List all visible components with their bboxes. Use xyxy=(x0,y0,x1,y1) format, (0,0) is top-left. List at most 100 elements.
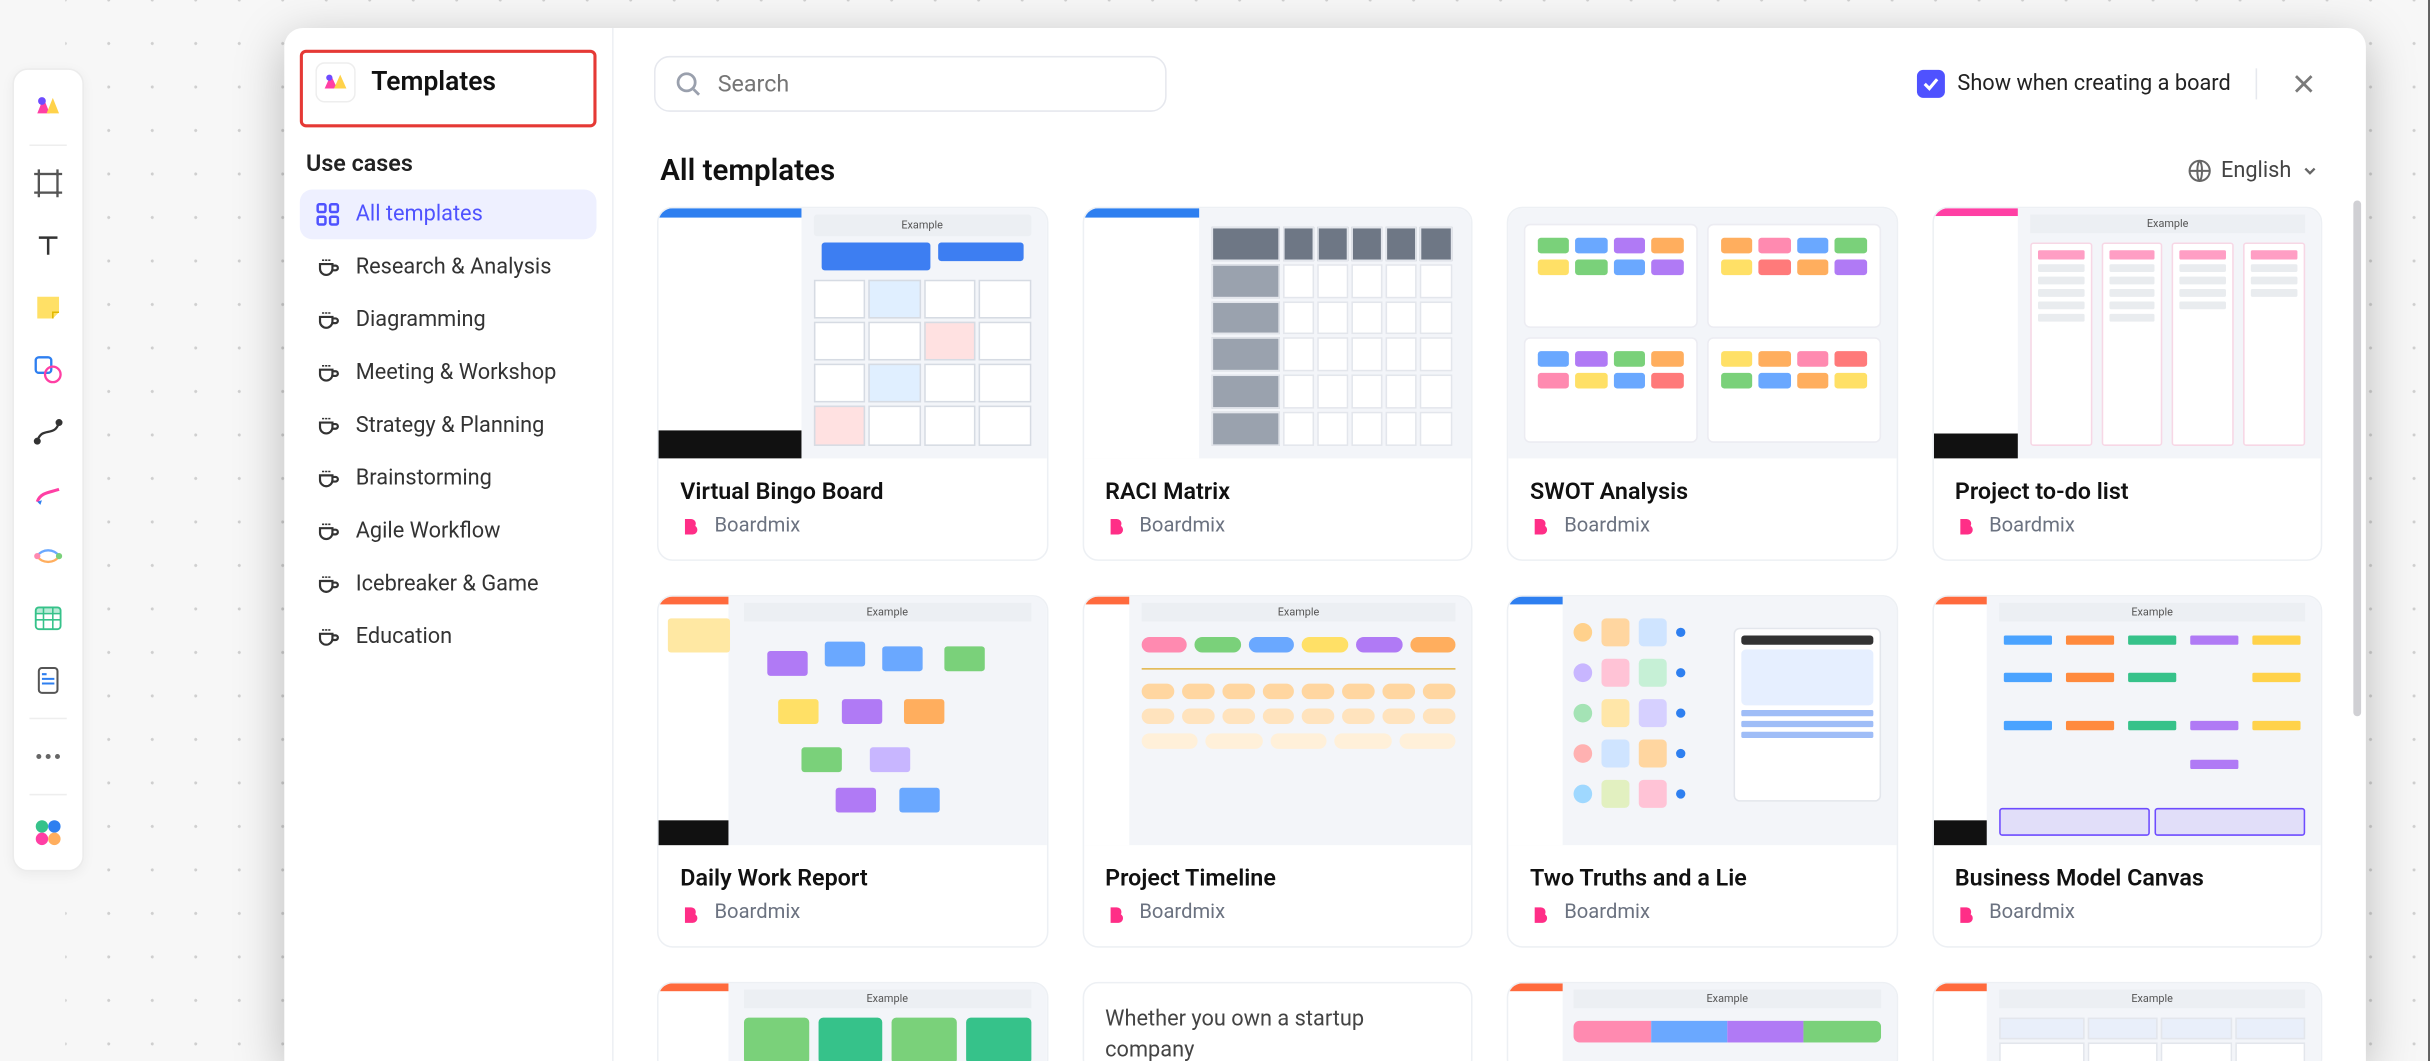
template-card[interactable]: Example Virtual Bingo Board Boardmix xyxy=(657,207,1048,560)
templates-grid: Example Virtual Bingo Board Boardmix xyxy=(657,207,2322,1061)
thumbnail-example-label: Example xyxy=(1999,602,2305,621)
template-thumbnail: Example xyxy=(659,983,1047,1061)
modal-main: Show when creating a board All templates… xyxy=(614,28,2366,1061)
sticky-note-tool-icon[interactable] xyxy=(20,280,76,336)
template-title: Two Truths and a Lie xyxy=(1530,864,1874,892)
template-card[interactable]: Example Project to-do list Boardmix xyxy=(1932,207,2323,560)
left-toolbar xyxy=(12,68,83,871)
search-box[interactable] xyxy=(654,56,1167,112)
category-list: All templates Research & Analysis Diagramm… xyxy=(300,190,597,662)
use-cases-label: Use cases xyxy=(306,149,590,177)
thumbnail-example-label: Example xyxy=(744,990,1031,1009)
template-card[interactable]: Whether you own a startup company xyxy=(1082,982,1473,1061)
templates-modal: Templates Use cases All templatesResearc… xyxy=(284,28,2366,1061)
template-author: Boardmix xyxy=(715,513,801,536)
template-title: Project to-do list xyxy=(1955,476,2299,504)
template-title: Project Timeline xyxy=(1105,864,1449,892)
category-item[interactable]: Strategy & Planning xyxy=(300,401,597,451)
boardmix-logo-icon xyxy=(1530,514,1552,536)
template-card[interactable]: SWOT Analysis Boardmix xyxy=(1507,207,1898,560)
chevron-down-icon xyxy=(2301,161,2320,180)
thumbnail-example-label: Example xyxy=(1574,990,1880,1009)
template-card[interactable]: Example xyxy=(657,594,1048,947)
templates-scroll-area[interactable]: Example Virtual Bingo Board Boardmix xyxy=(614,200,2366,1061)
category-label: Brainstorming xyxy=(356,466,492,491)
show-when-creating-checkbox[interactable]: Show when creating a board xyxy=(1917,70,2231,98)
search-icon xyxy=(674,70,702,98)
template-thumbnail: Example xyxy=(659,596,1047,845)
template-thumbnail xyxy=(1508,208,1896,457)
color-apps-icon[interactable] xyxy=(20,805,76,861)
boardmix-logo-icon xyxy=(1105,902,1127,924)
template-author: Boardmix xyxy=(715,901,801,924)
category-item[interactable]: Agile Workflow xyxy=(300,506,597,556)
scrollbar-thumb[interactable] xyxy=(2353,200,2361,716)
category-item[interactable]: Icebreaker & Game xyxy=(300,559,597,609)
app-logo-icon[interactable] xyxy=(20,79,76,135)
category-label: Icebreaker & Game xyxy=(356,572,539,597)
connector-tool-icon[interactable] xyxy=(20,404,76,460)
template-card[interactable]: Example xyxy=(1932,594,2323,947)
template-author: Boardmix xyxy=(1989,513,2075,536)
template-thumbnail: Example xyxy=(1084,596,1472,845)
template-title: Virtual Bingo Board xyxy=(680,476,1024,504)
template-thumbnail: Example xyxy=(659,208,1047,457)
category-item[interactable]: Diagramming xyxy=(300,295,597,345)
divider xyxy=(2256,68,2258,99)
category-item[interactable]: Research & Analysis xyxy=(300,242,597,292)
language-label: English xyxy=(2221,158,2291,183)
template-author: Boardmix xyxy=(1564,513,1650,536)
doc-tool-icon[interactable] xyxy=(20,652,76,708)
template-card[interactable]: Example xyxy=(1507,982,1898,1061)
category-label: All templates xyxy=(356,202,483,227)
thumbnail-example-label: Example xyxy=(744,602,1031,621)
template-thumbnail: Example xyxy=(1508,983,1896,1061)
template-author: Boardmix xyxy=(1989,901,2075,924)
category-label: Research & Analysis xyxy=(356,255,552,280)
checkbox-checked-icon xyxy=(1917,70,1945,98)
template-card[interactable]: Example xyxy=(657,982,1048,1061)
pen-tool-icon[interactable] xyxy=(20,466,76,522)
template-thumbnail: Example xyxy=(1933,596,2321,845)
template-author: Boardmix xyxy=(1139,513,1225,536)
frame-tool-icon[interactable] xyxy=(20,155,76,211)
template-card[interactable]: Example Project Timeline Boardmix xyxy=(1082,594,1473,947)
modal-sidebar: Templates Use cases All templatesResearc… xyxy=(284,28,613,1061)
mindmap-tool-icon[interactable] xyxy=(20,528,76,584)
table-tool-icon[interactable] xyxy=(20,590,76,646)
template-card[interactable]: Example xyxy=(1932,982,2323,1061)
templates-logo-icon xyxy=(315,62,355,102)
template-card[interactable]: RACI Matrix Boardmix xyxy=(1082,207,1473,560)
template-title: RACI Matrix xyxy=(1105,476,1449,504)
close-icon xyxy=(2291,71,2316,96)
thumbnail-example-label: Example xyxy=(1142,602,1456,621)
category-label: Diagramming xyxy=(356,308,486,333)
category-item[interactable]: Education xyxy=(300,612,597,662)
template-author: Boardmix xyxy=(1139,901,1225,924)
template-description: Whether you own a startup company xyxy=(1084,983,1472,1061)
thumbnail-example-label: Example xyxy=(2030,214,2305,233)
shape-tool-icon[interactable] xyxy=(20,342,76,398)
template-thumbnail: Example xyxy=(1933,983,2321,1061)
category-item[interactable]: Meeting & Workshop xyxy=(300,348,597,398)
template-card[interactable]: Two Truths and a Lie Boardmix xyxy=(1507,594,1898,947)
boardmix-logo-icon xyxy=(680,902,702,924)
thumbnail-example-label: Example xyxy=(814,214,1031,236)
template-thumbnail xyxy=(1508,596,1896,845)
category-label: Agile Workflow xyxy=(356,519,501,544)
language-selector[interactable]: English xyxy=(2187,158,2320,183)
thumbnail-example-label: Example xyxy=(1999,990,2305,1009)
category-item[interactable]: All templates xyxy=(300,190,597,240)
boardmix-logo-icon xyxy=(1955,902,1977,924)
show-when-creating-label: Show when creating a board xyxy=(1957,71,2230,96)
more-tools-icon[interactable] xyxy=(20,729,76,785)
boardmix-logo-icon xyxy=(1530,902,1552,924)
search-input[interactable] xyxy=(718,70,1147,98)
category-item[interactable]: Brainstorming xyxy=(300,454,597,504)
boardmix-logo-icon xyxy=(1105,514,1127,536)
template-title: Daily Work Report xyxy=(680,864,1024,892)
all-templates-heading: All templates xyxy=(660,152,835,188)
modal-topbar: Show when creating a board xyxy=(614,28,2366,118)
close-button[interactable] xyxy=(2282,62,2325,105)
text-tool-icon[interactable] xyxy=(20,217,76,273)
